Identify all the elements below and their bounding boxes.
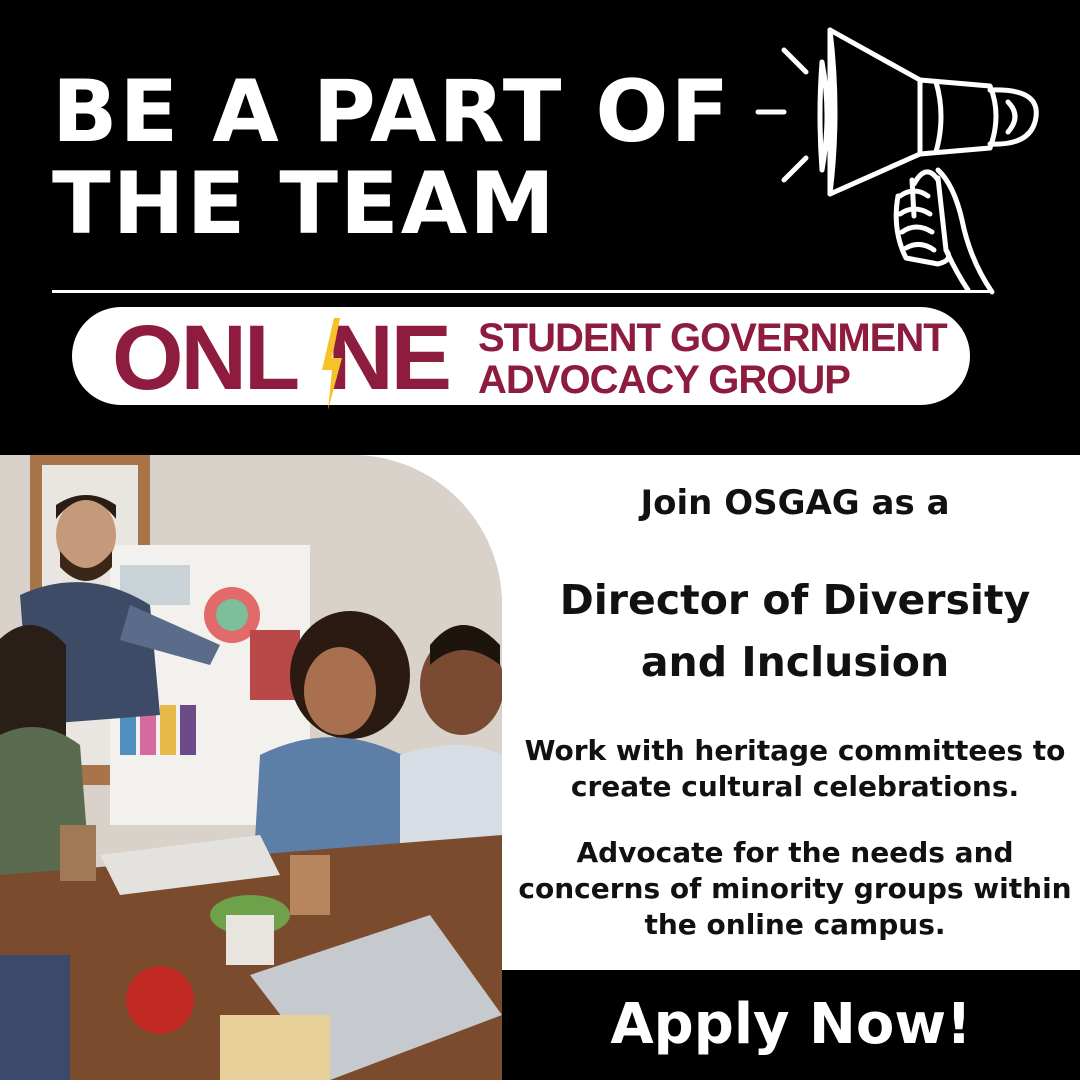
duty-heritage-line-1: Work with heritage committees to: [524, 734, 1066, 767]
logo-online-word: ONL NE: [112, 312, 452, 404]
duty-advocacy-line-3: the online campus.: [644, 908, 946, 941]
apply-now-button[interactable]: Apply Now!: [502, 970, 1080, 1080]
role-description: Join OSGAG as a Director of Diversity an…: [510, 455, 1080, 970]
duty-advocacy-line-2: concerns of minority groups within: [518, 872, 1072, 905]
duty-heritage: Work with heritage committees to create …: [510, 733, 1080, 805]
duty-advocacy: Advocate for the needs and concerns of m…: [510, 835, 1080, 943]
role-title: Director of Diversity and Inclusion: [510, 569, 1080, 693]
duty-heritage-line-2: create cultural celebrations.: [570, 770, 1020, 803]
team-meeting-photo: [0, 455, 502, 1080]
role-title-line-1: Director of Diversity: [559, 576, 1031, 624]
megaphone-icon: [755, 27, 1039, 295]
headline-line-1: BE A PART OF: [52, 62, 732, 162]
divider-rule: [52, 290, 992, 293]
headline-line-2: THE TEAM: [52, 154, 557, 254]
logo-subtitle-line-1: STUDENT GOVERNMENT: [478, 316, 948, 360]
logo-online-left: ONL: [112, 307, 300, 409]
role-title-line-2: and Inclusion: [640, 638, 950, 686]
headline: BE A PART OF THE TEAM: [52, 66, 731, 250]
duty-advocacy-line-1: Advocate for the needs and: [576, 836, 1014, 869]
lightning-bolt-icon: [322, 318, 342, 410]
top-banner: BE A PART OF THE TEAM ONL NE STUDENT GOVE…: [0, 0, 1080, 455]
logo-subtitle: STUDENT GOVERNMENT ADVOCACY GROUP: [478, 316, 948, 402]
lead-text: Join OSGAG as a: [640, 483, 950, 523]
logo-subtitle-line-2: ADVOCACY GROUP: [478, 358, 851, 402]
